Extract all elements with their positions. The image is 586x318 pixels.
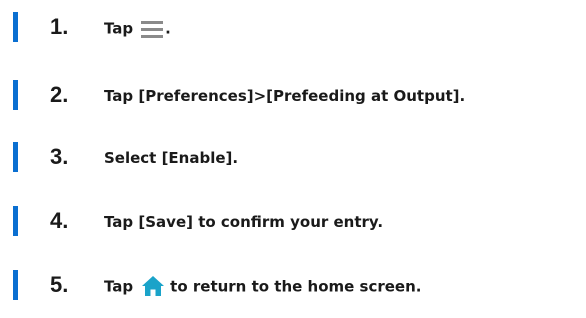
step-marker-bar bbox=[13, 80, 18, 110]
step-number: 2. bbox=[50, 82, 69, 107]
step-2: 2. Tap [Preferences]>[Prefeeding at Outp… bbox=[0, 80, 586, 110]
step-marker-bar bbox=[13, 142, 18, 172]
step-marker-bar bbox=[13, 206, 18, 236]
step-text: Tap [Preferences]>[Prefeeding at Output]… bbox=[104, 87, 466, 105]
step-number: 1. bbox=[50, 14, 69, 39]
step-marker-bar bbox=[13, 12, 18, 42]
step-1: 1. Tap. bbox=[0, 12, 586, 42]
home-icon bbox=[142, 275, 165, 296]
step-text-after: to return to the home screen. bbox=[170, 277, 422, 296]
step-5: 5. Tap to return to the home screen. bbox=[0, 270, 586, 300]
step-3: 3. Select [Enable]. bbox=[0, 142, 586, 172]
menu-icon bbox=[141, 19, 164, 39]
step-text-after: . bbox=[165, 19, 171, 38]
step-text-before: Tap bbox=[104, 19, 134, 38]
step-text: Select [Enable]. bbox=[104, 149, 239, 167]
step-number: 5. bbox=[50, 272, 69, 297]
step-number: 4. bbox=[50, 208, 69, 233]
step-4: 4. Tap [Save] to confirm your entry. bbox=[0, 206, 586, 236]
step-text-before: Tap bbox=[104, 277, 134, 296]
step-marker-bar bbox=[13, 270, 18, 300]
step-text: Tap [Save] to confirm your entry. bbox=[104, 213, 384, 231]
step-text: Tap. bbox=[104, 18, 171, 39]
step-number: 3. bbox=[50, 144, 69, 169]
step-text: Tap to return to the home screen. bbox=[104, 275, 422, 297]
